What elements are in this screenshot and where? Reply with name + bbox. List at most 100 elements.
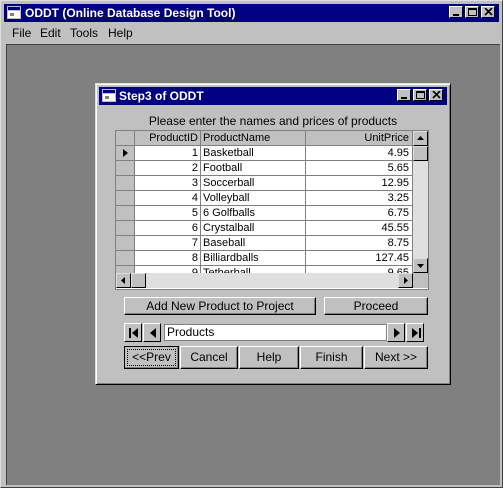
prev-button[interactable]: <<Prev — [124, 346, 179, 369]
app-icon — [7, 6, 21, 19]
cell-unitprice[interactable]: 5.65 — [306, 161, 413, 176]
horizontal-scroll-thumb[interactable] — [131, 273, 146, 288]
finish-button[interactable]: Finish — [300, 346, 363, 369]
add-new-product-button[interactable]: Add New Product to Project — [124, 297, 316, 315]
data-navigator: Products — [124, 323, 426, 343]
cell-productname[interactable]: Soccerball — [201, 176, 306, 191]
row-selector[interactable] — [116, 236, 135, 251]
column-header-productid[interactable]: ProductID — [135, 131, 201, 146]
scroll-left-button[interactable] — [116, 273, 131, 288]
table-row[interactable]: 56 Golfballs 6.75 — [116, 206, 413, 221]
current-row-icon — [123, 149, 128, 157]
menu-file[interactable]: File — [12, 26, 31, 40]
scroll-up-button[interactable] — [413, 131, 428, 146]
table-row[interactable]: 4 Volleyball 3.25 — [116, 191, 413, 206]
products-grid[interactable]: ProductID ProductName UnitPrice 1 Basketb… — [115, 130, 429, 290]
navigator-caption: Products — [164, 324, 387, 341]
next-button[interactable]: Next >> — [364, 346, 428, 369]
grid-corner-cell — [116, 131, 135, 146]
first-record-icon — [129, 328, 138, 338]
arrow-right-icon — [404, 277, 408, 284]
cell-productid[interactable]: 7 — [135, 236, 201, 251]
table-row[interactable]: 6 Crystalball 45.55 — [116, 221, 413, 236]
previous-record-button[interactable] — [143, 323, 161, 342]
column-header-unitprice[interactable]: UnitPrice — [306, 131, 413, 146]
instruction-text: Please enter the names and prices of pro… — [148, 114, 398, 128]
table-row[interactable]: 3 Soccerball 12.95 — [116, 176, 413, 191]
cell-productid[interactable]: 8 — [135, 251, 201, 266]
main-window-title: ODDT (Online Database Design Tool) — [25, 6, 236, 20]
dialog-close-button[interactable] — [429, 89, 443, 101]
cell-unitprice[interactable]: 12.95 — [306, 176, 413, 191]
next-record-icon — [394, 328, 400, 338]
cell-productname[interactable]: Volleyball — [201, 191, 306, 206]
next-record-button[interactable] — [387, 323, 405, 342]
cell-productname[interactable]: Billiardballs — [201, 251, 306, 266]
dialog-maximize-button[interactable] — [413, 89, 427, 101]
maximize-button[interactable] — [465, 6, 479, 18]
cell-productname[interactable]: Basketball — [201, 146, 306, 161]
maximize-icon — [468, 8, 477, 16]
cell-unitprice[interactable]: 3.25 — [306, 191, 413, 206]
focus-rectangle — [127, 349, 176, 366]
cell-productid[interactable]: 3 — [135, 176, 201, 191]
cell-productid[interactable]: 2 — [135, 161, 201, 176]
row-selector[interactable] — [116, 146, 135, 161]
dialog-title-bar[interactable]: Step3 of ODDT — [99, 87, 447, 105]
dialog-title: Step3 of ODDT — [119, 89, 204, 103]
close-icon — [432, 91, 441, 99]
minimize-icon — [453, 14, 459, 16]
scroll-right-button[interactable] — [398, 273, 413, 288]
table-row[interactable]: 1 Basketball 4.95 — [116, 146, 413, 161]
vertical-scrollbar[interactable] — [413, 131, 428, 273]
cell-productid[interactable]: 4 — [135, 191, 201, 206]
menu-tools[interactable]: Tools — [70, 26, 98, 40]
cell-productname[interactable]: Football — [201, 161, 306, 176]
step3-dialog: Step3 of ODDT Please enter the names and… — [95, 83, 451, 385]
cell-productname[interactable]: Crystalball — [201, 221, 306, 236]
cell-unitprice[interactable]: 8.75 — [306, 236, 413, 251]
last-record-icon — [412, 328, 421, 338]
vertical-scroll-thumb[interactable] — [413, 146, 428, 161]
row-selector[interactable] — [116, 206, 135, 221]
close-icon — [484, 8, 493, 16]
main-title-bar[interactable]: ODDT (Online Database Design Tool) — [4, 4, 499, 22]
minimize-button[interactable] — [449, 6, 463, 18]
close-button[interactable] — [481, 6, 495, 18]
scrollbar-corner — [413, 273, 428, 288]
row-selector[interactable] — [116, 251, 135, 266]
column-header-productname[interactable]: ProductName — [201, 131, 306, 146]
arrow-down-icon — [417, 264, 424, 268]
proceed-button[interactable]: Proceed — [324, 297, 428, 315]
scroll-down-button[interactable] — [413, 258, 428, 273]
cell-productid[interactable]: 6 — [135, 221, 201, 236]
help-button[interactable]: Help — [239, 346, 299, 369]
cell-unitprice[interactable]: 127.45 — [306, 251, 413, 266]
cell-productname[interactable]: 6 Golfballs — [201, 206, 306, 221]
table-row[interactable]: 2 Football 5.65 — [116, 161, 413, 176]
row-selector[interactable] — [116, 191, 135, 206]
row-selector[interactable] — [116, 176, 135, 191]
cell-unitprice[interactable]: 4.95 — [306, 146, 413, 161]
cancel-button[interactable]: Cancel — [180, 346, 238, 369]
dialog-minimize-button[interactable] — [397, 89, 411, 101]
first-record-button[interactable] — [124, 323, 142, 342]
table-row[interactable]: 8 Billiardballs 127.45 — [116, 251, 413, 266]
minimize-icon — [401, 97, 407, 99]
menu-help[interactable]: Help — [108, 26, 133, 40]
horizontal-scrollbar[interactable] — [116, 273, 413, 288]
cell-productid[interactable]: 1 — [135, 146, 201, 161]
row-selector[interactable] — [116, 221, 135, 236]
previous-record-icon — [150, 328, 156, 338]
dialog-app-icon — [102, 89, 116, 102]
table-row[interactable]: 7 Baseball 8.75 — [116, 236, 413, 251]
arrow-left-icon — [121, 277, 125, 284]
cell-unitprice[interactable]: 45.55 — [306, 221, 413, 236]
row-selector[interactable] — [116, 161, 135, 176]
cell-unitprice[interactable]: 6.75 — [306, 206, 413, 221]
last-record-button[interactable] — [406, 323, 424, 342]
cell-productid[interactable]: 5 — [135, 206, 201, 221]
menu-edit[interactable]: Edit — [40, 26, 61, 40]
grid-header-row: ProductID ProductName UnitPrice — [116, 131, 413, 146]
cell-productname[interactable]: Baseball — [201, 236, 306, 251]
